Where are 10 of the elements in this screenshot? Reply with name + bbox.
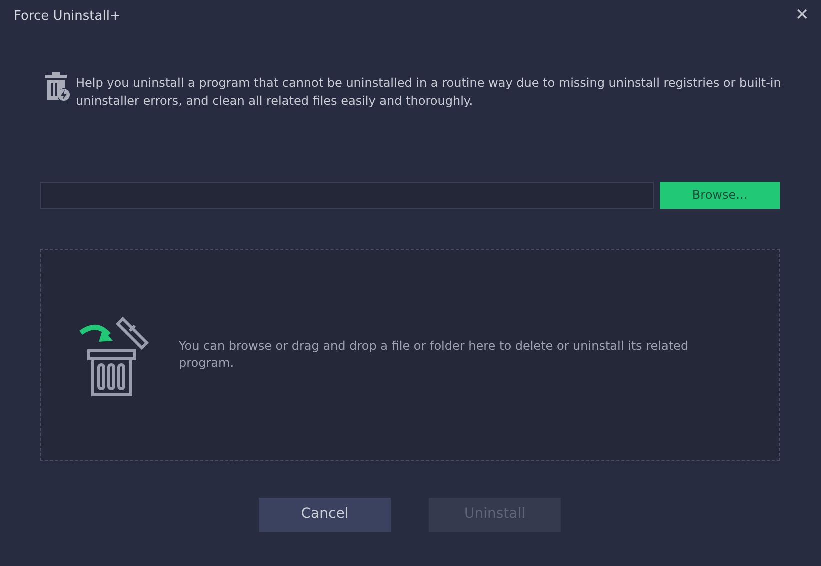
drop-zone[interactable]: You can browse or drag and drop a file or folder here to delete or uninstall its related program. — [40, 248, 780, 460]
cancel-button[interactable]: Cancel — [259, 498, 391, 532]
window-title: Force Uninstall+ — [14, 8, 121, 26]
description-text: Help you uninstall a program that cannot be uninstalled in a routine way due to missing uninstall registries or built-in uninstaller errors, and clean all related files easily and thoroughly. — [76, 74, 782, 110]
trash-drop-icon — [79, 314, 151, 398]
path-input-field[interactable] — [40, 182, 654, 208]
trash-icon — [44, 72, 70, 102]
drop-hint-text: You can browse or drag and drop a file or folder here to delete or uninstall its related program. — [179, 338, 690, 372]
close-button[interactable]: ✕ — [796, 7, 809, 23]
browse-button[interactable]: Browse... — [660, 182, 780, 208]
